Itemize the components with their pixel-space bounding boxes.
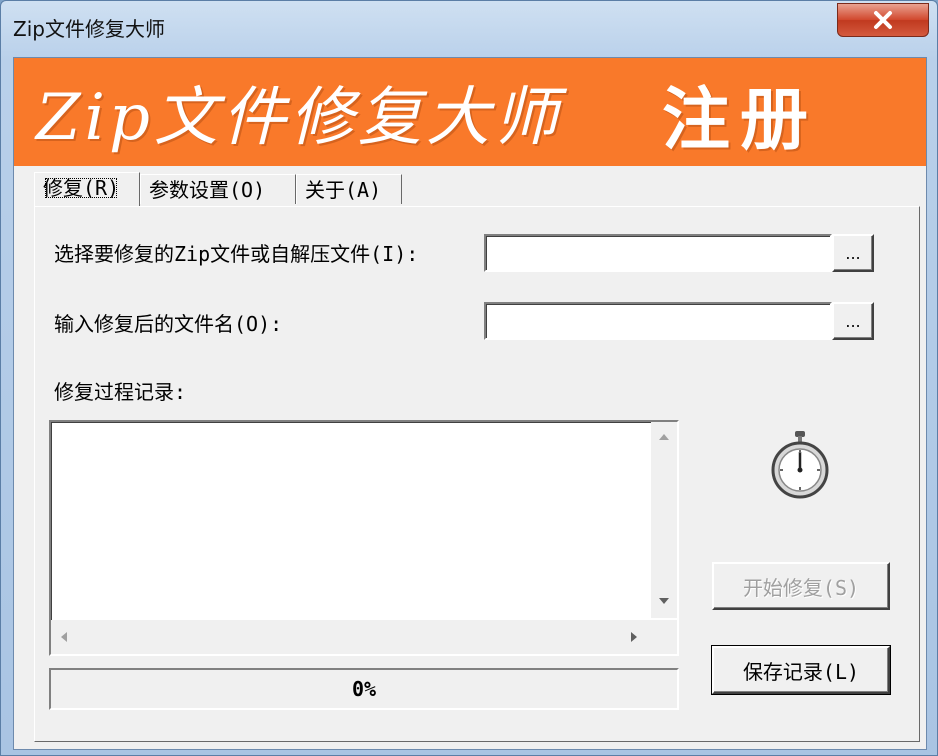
tab-about[interactable]: 关于(A): [296, 174, 402, 204]
repair-log[interactable]: [49, 420, 679, 656]
banner: Zip文件修复大师 注册: [14, 58, 926, 166]
log-label: 修复过程记录:: [54, 380, 187, 404]
log-vertical-scrollbar[interactable]: [651, 422, 677, 618]
save-log-button[interactable]: 保存记录(L): [712, 646, 890, 694]
progress-bar: 0%: [49, 668, 679, 710]
tab-repair[interactable]: 修复(R): [34, 172, 140, 206]
dialog-client: Zip文件修复大师 注册 修复(R) 参数设置(O) 关于(A) 选择要修复的Z…: [13, 57, 927, 750]
tab-settings-label: 参数设置(O): [149, 178, 266, 202]
scroll-right-icon[interactable]: [631, 632, 637, 642]
scroll-corner: [651, 620, 677, 654]
scroll-left-icon[interactable]: [61, 632, 67, 642]
tab-about-label: 关于(A): [305, 178, 382, 202]
window-title: Zip文件修复大师: [13, 17, 165, 41]
tab-repair-label: 修复(R): [43, 176, 120, 200]
source-file-label: 选择要修复的Zip文件或自解压文件(I):: [54, 242, 419, 266]
browse-output-button[interactable]: ...: [832, 302, 874, 340]
app-window: Zip文件修复大师 Zip文件修复大师 注册 修复(R) 参数设置(O) 关于(…: [0, 0, 938, 756]
progress-text: 0%: [351, 677, 377, 701]
tab-settings[interactable]: 参数设置(O): [140, 174, 296, 204]
title-bar[interactable]: Zip文件修复大师: [1, 1, 938, 53]
close-icon: [874, 11, 892, 29]
close-button[interactable]: [837, 3, 929, 37]
output-file-label: 输入修复后的文件名(O):: [54, 312, 283, 336]
log-horizontal-scrollbar[interactable]: [51, 620, 651, 654]
banner-title: Zip文件修复大师: [36, 81, 562, 155]
start-repair-button[interactable]: 开始修复(S): [712, 562, 890, 610]
scroll-up-icon[interactable]: [659, 434, 669, 440]
stopwatch-icon: [768, 430, 832, 500]
browse-source-button[interactable]: ...: [832, 234, 874, 272]
register-link[interactable]: 注册: [662, 64, 818, 163]
scroll-down-icon[interactable]: [659, 598, 669, 604]
source-file-input[interactable]: [484, 234, 832, 272]
output-file-input[interactable]: [484, 302, 832, 340]
